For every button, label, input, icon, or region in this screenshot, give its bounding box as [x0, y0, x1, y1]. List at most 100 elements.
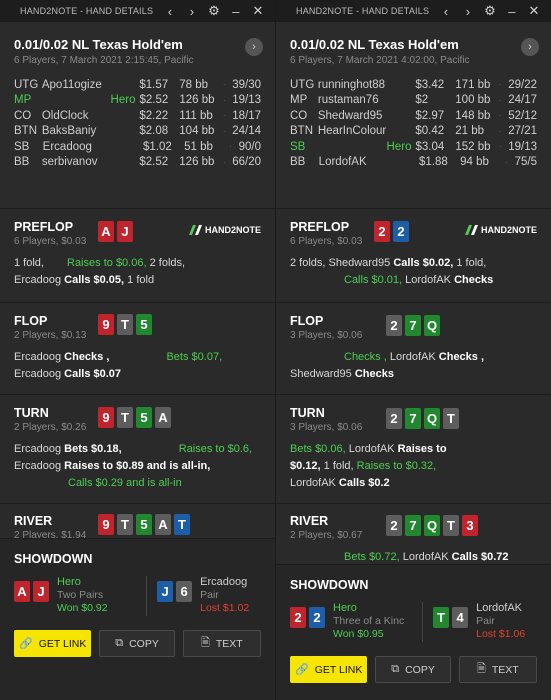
board-cards: 22 [374, 221, 409, 242]
close-icon[interactable]: ✕ [523, 3, 545, 19]
player-row[interactable]: BTN HearInColour $0.42 21 bb · 27/21 [290, 124, 537, 140]
get-link-button[interactable]: 🔗 GET LINK [290, 656, 368, 683]
player-name: Hero [110, 94, 136, 107]
showdown-result: Won $0.92 [57, 602, 108, 614]
playing-card: T [117, 514, 133, 535]
minimize-icon[interactable]: – [225, 4, 247, 19]
player-name: runninghot88 [317, 78, 386, 91]
button-label: COPY [405, 663, 435, 676]
playing-card: 2 [393, 221, 409, 242]
hand2note-logo: HAND2NOTE [464, 224, 537, 236]
gear-icon[interactable]: ⚙ [203, 3, 225, 19]
game-subtitle: 6 Players, 7 March 2021 4:02:00, Pacific [290, 55, 470, 66]
action-text: Ercadoog [14, 351, 65, 363]
minimize-icon[interactable]: – [501, 4, 523, 19]
street-actions: 2 folds, Shedward95 Calls $0.02, 1 fold,… [290, 255, 537, 289]
next-circle-icon[interactable]: › [521, 38, 539, 56]
logo-text: HAND2NOTE [480, 225, 537, 235]
player-stack-bb: 100 bb [455, 94, 491, 107]
player-stack-bb: 148 bb [455, 109, 491, 122]
separator-icon: · [498, 111, 502, 121]
player-row[interactable]: BB serbivanov $2.52 126 bb · 66/20 [14, 155, 261, 171]
separator-icon: · [498, 142, 502, 152]
text-button[interactable]: 🗎 TEXT [458, 656, 537, 683]
prev-hand-icon[interactable]: ‹ [159, 4, 181, 19]
player-row[interactable]: SB Ercadoog $1.02 51 bb · 90/0 [14, 139, 261, 155]
player-row[interactable]: UTG runninghot88 $3.42 171 bb · 29/22 [290, 77, 537, 93]
board-cards: 9T5AT [98, 514, 190, 535]
player-row[interactable]: UTG Apo11ogize $1.57 78 bb · 39/30 [14, 77, 261, 93]
player-position: CO [290, 109, 308, 122]
action-line: Calls $0.29 and is all-in [14, 475, 261, 492]
player-position: UTG [290, 78, 315, 91]
player-position: BTN [290, 125, 313, 138]
separator-icon: · [222, 157, 226, 167]
player-stats: 18/17 [232, 109, 261, 122]
player-stack: $3.42 [415, 78, 445, 91]
player-row[interactable]: BTN BaksBaniy $2.08 104 bb · 24/14 [14, 124, 261, 140]
action-text: Ercadoog [14, 443, 65, 455]
player-position: SB [290, 140, 306, 153]
showdown-hand-rank: Three of a Kinc [333, 615, 405, 627]
player-name: HearInColour [317, 125, 387, 138]
player-position: BTN [14, 125, 37, 138]
showdown-player[interactable]: LordofAK [476, 602, 525, 615]
player-stats: 90/0 [238, 140, 261, 153]
separator-icon: · [222, 126, 226, 136]
player-name: Hero [386, 140, 412, 153]
player-stack: $1.88 [419, 156, 448, 169]
separator-icon: · [222, 111, 226, 121]
player-name: BaksBaniy [41, 125, 97, 138]
prev-hand-icon[interactable]: ‹ [435, 4, 457, 19]
player-row[interactable]: SB Hero $3.04 152 bb · 19/13 [290, 139, 537, 155]
player-stack: $2.97 [415, 109, 445, 122]
showdown-hands: 2 2 Hero Three of a Kinc Won $0.95 T 4 LordofAK… [290, 602, 537, 642]
next-circle-icon[interactable]: › [245, 38, 263, 56]
player-stack-bb: 126 bb [179, 94, 215, 107]
close-icon[interactable]: ✕ [247, 3, 269, 19]
player-row[interactable]: MP rustaman76 $2 100 bb · 24/17 [290, 93, 537, 109]
showdown-result: Won $0.95 [333, 628, 384, 640]
player-stats: 19/13 [232, 94, 261, 107]
action-text: Calls $0.2 [338, 477, 390, 489]
player-stats: 24/17 [508, 94, 537, 107]
action-text: Calls $0.01, [344, 274, 406, 286]
showdown-player[interactable]: Hero [333, 602, 404, 615]
game-title: 0.01/0.02 NL Texas Hold'em [290, 37, 459, 52]
link-icon: 🔗 [18, 638, 33, 650]
action-text: Shedward95 [290, 368, 355, 380]
button-label: GET LINK [314, 663, 363, 676]
playing-card: 3 [462, 515, 478, 536]
copy-button[interactable]: ⧉ COPY [375, 656, 451, 683]
next-hand-icon[interactable]: › [457, 4, 479, 19]
player-position: BB [14, 156, 30, 169]
hand-header: 0.01/0.02 NL Texas Hold'em 6 Players, 7 … [0, 22, 275, 208]
showdown-player[interactable]: Hero [57, 576, 108, 589]
player-stack-bb: 94 bb [460, 156, 489, 169]
player-position: MP [14, 94, 32, 107]
copy-icon: ⧉ [391, 663, 400, 675]
separator-icon: · [222, 80, 226, 90]
showdown-hand: 2 2 Hero Three of a Kinc Won $0.95 [290, 602, 422, 642]
action-text: 1 fold, [456, 257, 487, 269]
player-stack: $2.52 [139, 156, 169, 169]
document-icon: 🗎 [477, 663, 486, 675]
showdown-result: Lost $1.02 [200, 602, 250, 614]
player-row[interactable]: CO OldClock $2.22 111 bb · 18/17 [14, 108, 261, 124]
action-text: Bets $0.18, [64, 443, 125, 455]
next-hand-icon[interactable]: › [181, 4, 203, 19]
get-link-button[interactable]: 🔗 GET LINK [14, 630, 92, 657]
action-text: LordofAK [348, 443, 398, 455]
text-button[interactable]: 🗎 TEXT [182, 630, 261, 657]
action-text: Raises to $0.6, [178, 443, 253, 455]
copy-button[interactable]: ⧉ COPY [99, 630, 175, 657]
player-row[interactable]: CO Shedward95 $2.97 148 bb · 52/12 [290, 108, 537, 124]
player-row[interactable]: MP Hero $2.52 126 bb · 19/13 [14, 93, 261, 109]
action-line: Bets $0.06, LordofAK Raises to [290, 441, 537, 458]
showdown-player[interactable]: Ercadoog [200, 576, 249, 589]
player-stats: 39/30 [232, 78, 261, 91]
gear-icon[interactable]: ⚙ [479, 3, 501, 19]
player-row[interactable]: BB LordofAK $1.88 94 bb · 75/5 [290, 155, 537, 171]
flop-section: FLOP 2 Players, $0.13 9T5 Ercadoog Check… [0, 302, 275, 394]
street-actions: Ercadoog Checks , Bets $0.07, Ercadoog Ca… [14, 349, 261, 383]
